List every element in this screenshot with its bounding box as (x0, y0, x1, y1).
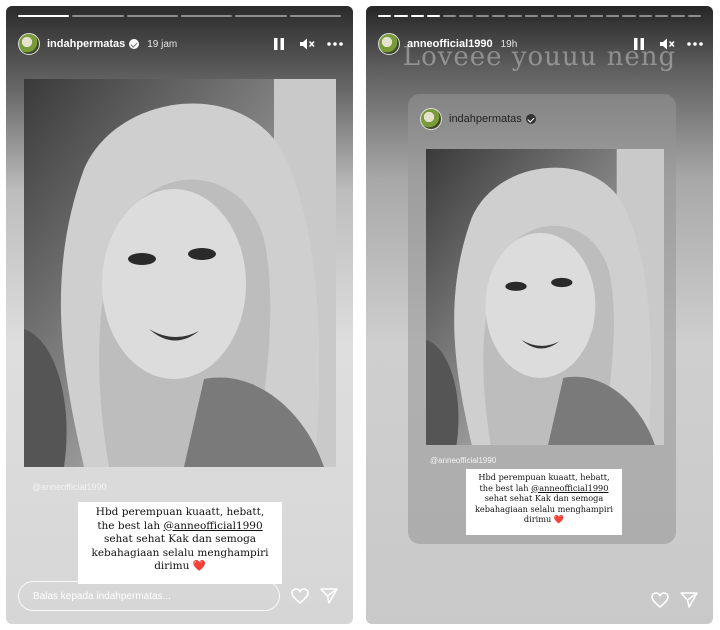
progress-segment (378, 15, 392, 17)
send-icon[interactable] (319, 586, 339, 606)
username[interactable]: indahpermatas (47, 38, 125, 50)
progress-segment (540, 15, 555, 17)
progress-segment (655, 15, 669, 17)
progress-segment (573, 15, 587, 17)
pause-icon[interactable] (271, 36, 287, 52)
story-photo (426, 149, 664, 445)
progress-segment (671, 15, 685, 17)
heart-emoji: ❤️ (553, 514, 565, 525)
caption-line: Hbd perempuan kuaatt, hebatt, (95, 506, 265, 518)
progress-segment (475, 15, 490, 17)
heart-emoji: ❤️ (192, 560, 206, 572)
progress-segment (180, 15, 233, 17)
caption-mention[interactable]: @anneofficial1990 (163, 520, 262, 532)
story-header: indahpermatas 19 jam (18, 31, 343, 57)
progress-segment (426, 15, 441, 17)
shared-story-header: indahpermatas (420, 108, 536, 130)
shared-username[interactable]: indahpermatas (449, 113, 522, 125)
mention-sticker[interactable]: @anneofficial1990 (430, 456, 496, 465)
progress-segment (492, 15, 506, 17)
story-progress-bar (378, 15, 701, 17)
caption-line: kebahagiaan selalu menghampiri (474, 503, 614, 514)
progress-segment (235, 15, 287, 17)
reply-placeholder: Balas kepada indahpermatas... (33, 590, 171, 602)
verified-badge-icon (525, 114, 536, 124)
story-viewer-left: indahpermatas 19 jam @anneofficial1990 H… (6, 6, 353, 624)
story-progress-bar (18, 15, 341, 17)
progress-segment (443, 15, 457, 17)
progress-segment (557, 15, 571, 17)
caption-text-box: Hbd perempuan kuaatt, hebatt, the best l… (78, 502, 282, 584)
caption-text: the best lah (479, 482, 532, 493)
heart-icon[interactable] (290, 586, 310, 606)
progress-segment (72, 15, 124, 17)
caption-text: dirimu (523, 514, 552, 525)
caption-line: sehat sehat Kak dan semoga (484, 493, 604, 504)
shared-story-card[interactable]: indahpermatas @anneofficial1990 Hbd pere… (408, 94, 676, 544)
more-icon[interactable] (327, 36, 343, 52)
avatar[interactable] (18, 33, 40, 55)
progress-segment (687, 15, 701, 17)
story-viewer-right: anneofficial1990 19h Loveee youuu neng i… (366, 6, 713, 624)
progress-segment (508, 15, 522, 17)
progress-segment (18, 15, 70, 17)
caption-text: dirimu (154, 560, 190, 572)
caption-line: the best lah @anneofficial1990 (469, 483, 619, 494)
heart-icon[interactable] (650, 590, 670, 610)
progress-segment (394, 15, 408, 17)
progress-segment (638, 15, 653, 17)
story-photo (24, 79, 336, 467)
caption-line: sehat sehat Kak dan semoga (103, 533, 257, 545)
progress-segment (589, 15, 604, 17)
caption-line: dirimu ❤️ (469, 514, 619, 525)
avatar[interactable] (420, 108, 442, 130)
caption-line: Hbd perempuan kuaatt, hebatt, (478, 472, 610, 482)
reply-input[interactable]: Balas kepada indahpermatas... (18, 581, 280, 611)
caption-line: the best lah @anneofficial1990 (82, 520, 278, 534)
caption-mention[interactable]: @anneofficial1990 (531, 483, 608, 493)
progress-segment (410, 15, 424, 17)
progress-segment (524, 15, 538, 17)
mute-icon[interactable] (299, 36, 315, 52)
send-icon[interactable] (679, 590, 699, 610)
mention-sticker[interactable]: @anneofficial1990 (32, 482, 107, 492)
progress-segment (459, 15, 473, 17)
post-time: 19 jam (147, 38, 178, 50)
progress-segment (126, 15, 178, 17)
verified-badge-icon (129, 39, 140, 49)
progress-segment (606, 15, 620, 17)
story-overlay-text: Loveee youuu neng (402, 42, 677, 72)
caption-line: dirimu ❤️ (82, 560, 278, 574)
caption-text-box: Hbd perempuan kuaatt, hebatt, the best l… (466, 469, 622, 535)
caption-line: kebahagiaan selalu menghampiri (91, 546, 269, 559)
progress-segment (289, 15, 341, 17)
caption-text: the best lah (97, 519, 164, 532)
progress-segment (622, 15, 636, 17)
